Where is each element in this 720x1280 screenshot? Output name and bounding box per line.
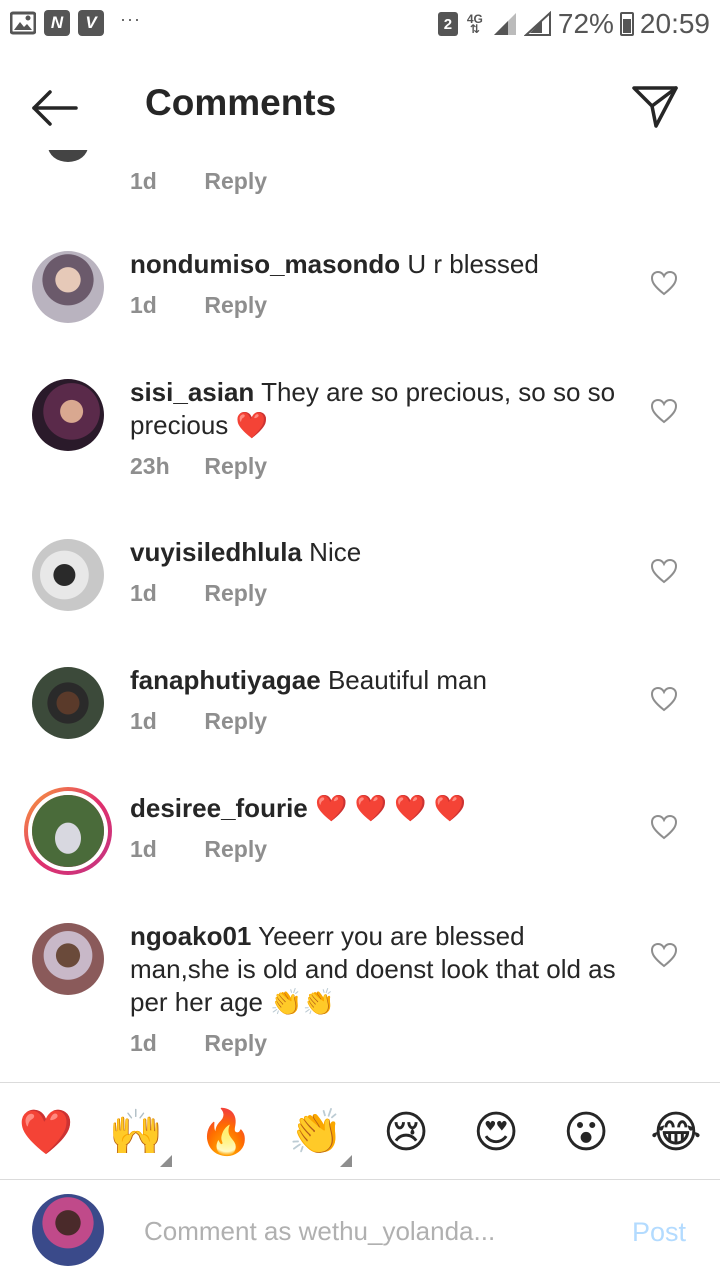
signal-2-icon [523, 11, 551, 36]
comment-text: vuyisiledhlula Nice [130, 536, 620, 569]
header: Comments [0, 60, 720, 150]
overflow-icon: ··· [120, 8, 141, 29]
comment-text: sisi_asian They are so precious, so so s… [130, 376, 620, 442]
post-button[interactable]: Post [632, 1217, 686, 1248]
n-icon: N [44, 10, 70, 36]
emoji-heart-button[interactable]: ❤️ [18, 1105, 74, 1161]
sim-icon: 2 [437, 12, 458, 36]
comment-composer: Post [0, 1181, 720, 1280]
emoji-heart-eyes-button[interactable]: 😍 [468, 1105, 524, 1161]
avatar[interactable] [32, 539, 104, 611]
comment-text: nondumiso_masondo U r blessed [130, 248, 620, 281]
comment-body: Beautiful man [320, 665, 487, 695]
comment-time: 1d [130, 168, 157, 194]
heart-icon[interactable] [650, 686, 678, 712]
comment-text: fanaphutiyagae Beautiful man [130, 664, 620, 697]
comment-username[interactable]: sisi_asian [130, 377, 254, 407]
avatar[interactable] [32, 667, 104, 739]
comment-username[interactable]: fanaphutiyagae [130, 665, 321, 695]
avatar[interactable] [32, 251, 104, 323]
comment-meta: 1d Reply [130, 292, 267, 319]
skin-tone-indicator [160, 1155, 172, 1167]
v-icon: V [78, 10, 104, 36]
signal-icon [493, 13, 516, 35]
paper-plane-icon[interactable] [630, 82, 680, 130]
clock: 20:59 [639, 8, 710, 39]
comment-username[interactable]: desiree_fourie [130, 793, 308, 823]
avatar [32, 1194, 104, 1266]
emoji-surprised-button[interactable]: 😮 [558, 1105, 614, 1161]
comment-text: desiree_fourie ❤️ ❤️ ❤️ ❤️ [130, 792, 620, 825]
comment-body: U r blessed [400, 249, 539, 279]
comment-time: 1d [130, 708, 157, 734]
comment-text: ngoako01 Yeeerr you are blessed man,she … [130, 920, 620, 1019]
avatar[interactable] [24, 787, 112, 875]
avatar[interactable] [32, 379, 104, 451]
emoji-raised-hands-button[interactable]: 🙌 [108, 1105, 164, 1161]
comment-meta: 1d Reply [130, 168, 267, 195]
comment-username[interactable]: vuyisiledhlula [130, 537, 302, 567]
comment-body: ❤️ ❤️ ❤️ ❤️ [307, 793, 467, 823]
comment-list[interactable]: 1d Reply nondumiso_masondo U r blessed 1… [0, 150, 720, 1080]
network-type-icon: 4G ⇅ [466, 12, 483, 36]
emoji-fire-button[interactable]: 🔥 [198, 1105, 254, 1161]
comment-meta: 1d Reply [130, 836, 267, 863]
emoji-crying-button[interactable]: 😢 [378, 1105, 434, 1161]
comment-input[interactable] [144, 1211, 564, 1251]
comment-username[interactable]: ngoako01 [130, 921, 251, 951]
status-bar: N V ··· 2 4G ⇅ 72% 20:59 [0, 0, 720, 50]
reply-button[interactable]: Reply [204, 580, 267, 606]
battery-icon [619, 12, 634, 36]
heart-icon[interactable] [650, 270, 678, 296]
heart-icon[interactable] [650, 814, 678, 840]
comment-meta: 1d Reply [130, 1030, 267, 1057]
heart-icon[interactable] [650, 942, 678, 968]
comment-time: 23h [130, 453, 170, 479]
comment-body: Nice [301, 537, 362, 567]
comment-meta: 1d Reply [130, 708, 267, 735]
gallery-icon [10, 11, 36, 35]
comment-time: 1d [130, 836, 157, 862]
battery-percent: 72% [557, 8, 614, 39]
heart-icon[interactable] [650, 558, 678, 584]
arrow-left-icon[interactable] [30, 88, 80, 128]
avatar[interactable] [48, 150, 88, 162]
heart-icon[interactable] [650, 398, 678, 424]
emoji-clap-button[interactable]: 👏 [288, 1105, 344, 1161]
skin-tone-indicator [340, 1155, 352, 1167]
reply-button[interactable]: Reply [204, 453, 267, 479]
page-title: Comments [145, 82, 337, 123]
reply-button[interactable]: Reply [204, 1030, 267, 1056]
comment-meta: 23h Reply [130, 453, 267, 480]
reply-button[interactable]: Reply [204, 708, 267, 734]
comment-meta: 1d Reply [130, 580, 267, 607]
comment-time: 1d [130, 1030, 157, 1056]
emoji-quick-bar: ❤️ 🙌 🔥 👏 😢 😍 😮 😂 [0, 1082, 720, 1180]
reply-button[interactable]: Reply [204, 836, 267, 862]
comment-time: 1d [130, 580, 157, 606]
comment-time: 1d [130, 292, 157, 318]
reply-button[interactable]: Reply [204, 168, 267, 194]
emoji-laughing-button[interactable]: 😂 [648, 1105, 704, 1161]
comment-username[interactable]: nondumiso_masondo [130, 249, 400, 279]
reply-button[interactable]: Reply [204, 292, 267, 318]
avatar[interactable] [32, 923, 104, 995]
